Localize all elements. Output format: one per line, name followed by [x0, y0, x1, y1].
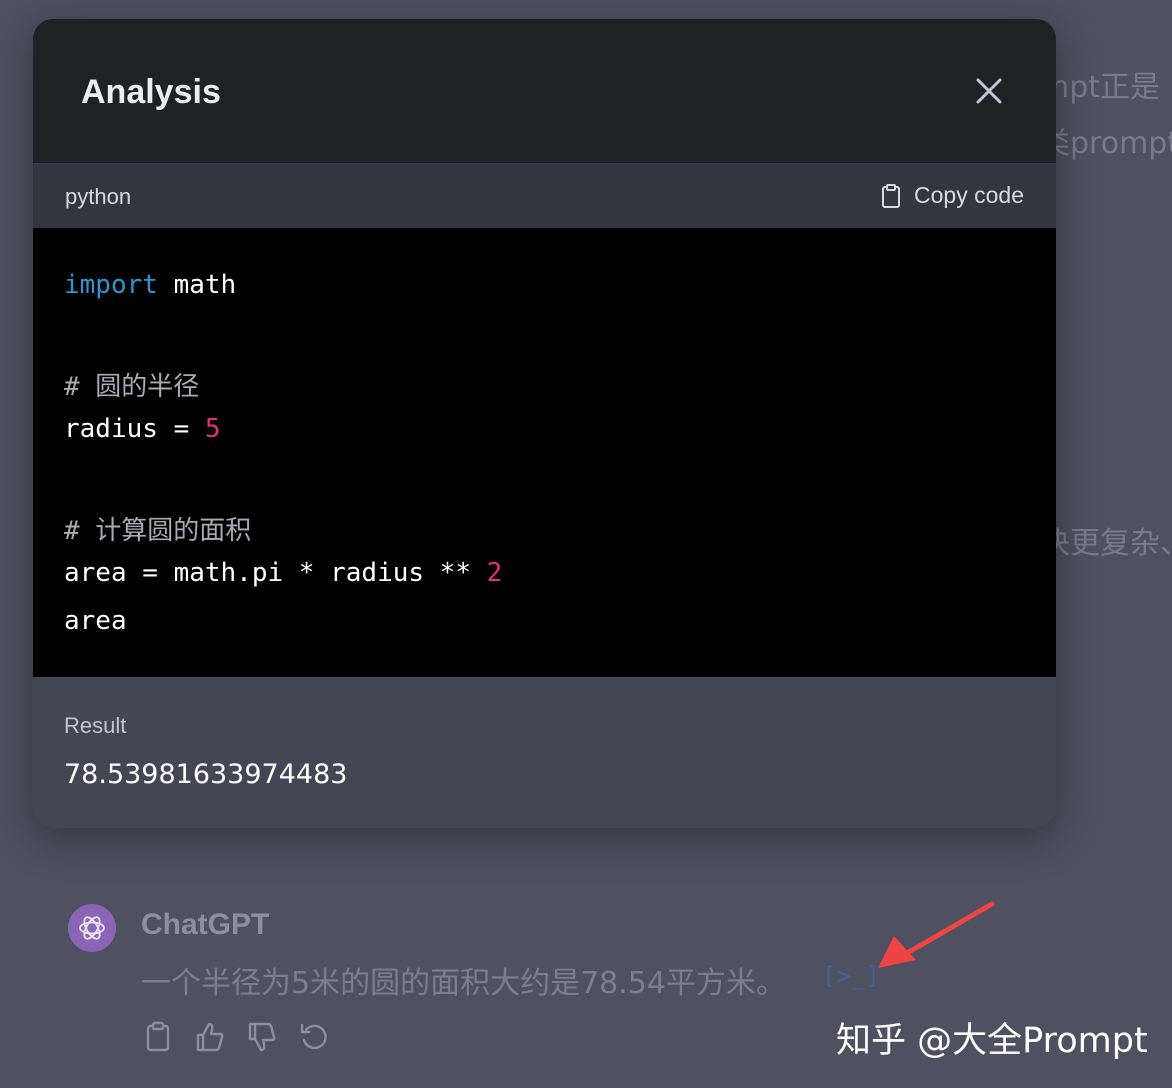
- result-label: Result: [64, 713, 127, 738]
- message-text: 一个半径为5米的圆的面积大约是78.54平方米。: [141, 966, 786, 1001]
- watermark: 知乎 @大全Prompt: [836, 1021, 1148, 1061]
- openai-logo-icon: [79, 916, 105, 940]
- thumbs-up-icon: [196, 1022, 224, 1052]
- code-line: radius = 5: [64, 414, 221, 444]
- clipboard-icon: [882, 183, 901, 208]
- copy-code-label: Copy code: [914, 182, 1024, 208]
- regenerate-button[interactable]: [298, 1020, 330, 1054]
- analysis-modal: Analysis python Copy code import math # …: [33, 19, 1056, 828]
- code-text: math: [157, 270, 237, 300]
- sender-name: ChatGPT: [141, 908, 270, 941]
- code-line: import math: [64, 270, 236, 300]
- modal-title: Analysis: [81, 73, 221, 111]
- modal-header: Analysis: [33, 19, 1056, 164]
- background-text: 决更复杂、: [1040, 526, 1172, 561]
- code-number: 5: [204, 414, 221, 444]
- annotation-arrow-icon: [878, 901, 995, 968]
- code-comment: # 计算圆的面积: [64, 516, 252, 546]
- clipboard-icon: [146, 1021, 170, 1052]
- code-line: area = math.pi * radius ** 2: [64, 558, 502, 588]
- code-text: area = math.pi * radius **: [64, 558, 487, 588]
- code-text: radius =: [64, 414, 205, 444]
- thumbs-down-icon: [248, 1022, 276, 1052]
- background-text: 类prompt: [1040, 126, 1172, 161]
- regenerate-icon: [300, 1023, 327, 1050]
- close-button[interactable]: [969, 71, 1009, 111]
- code-header: python Copy code: [33, 164, 1056, 228]
- background-text: mpt正是: [1040, 70, 1161, 105]
- copy-code-button[interactable]: Copy code: [878, 182, 1024, 209]
- code-comment: # 圆的半径: [64, 372, 200, 402]
- result-panel: Result 78.53981633974483: [33, 677, 1056, 828]
- code-language: python: [65, 184, 132, 209]
- code-line: area: [64, 606, 127, 636]
- page: mpt正是 类prompt 决更复杂、 Analysis python Copy…: [0, 0, 1172, 1088]
- result-value: 78.53981633974483: [64, 759, 348, 790]
- code-block: import math # 圆的半径 radius = 5 # 计算圆的面积 a…: [33, 228, 1056, 677]
- copy-button[interactable]: [142, 1020, 174, 1054]
- avatar: [68, 904, 116, 952]
- thumbs-up-button[interactable]: [194, 1020, 226, 1054]
- code-number: 2: [486, 558, 503, 588]
- thumbs-down-button[interactable]: [246, 1020, 278, 1054]
- close-icon: [976, 78, 1002, 104]
- code-keyword: import: [64, 270, 158, 300]
